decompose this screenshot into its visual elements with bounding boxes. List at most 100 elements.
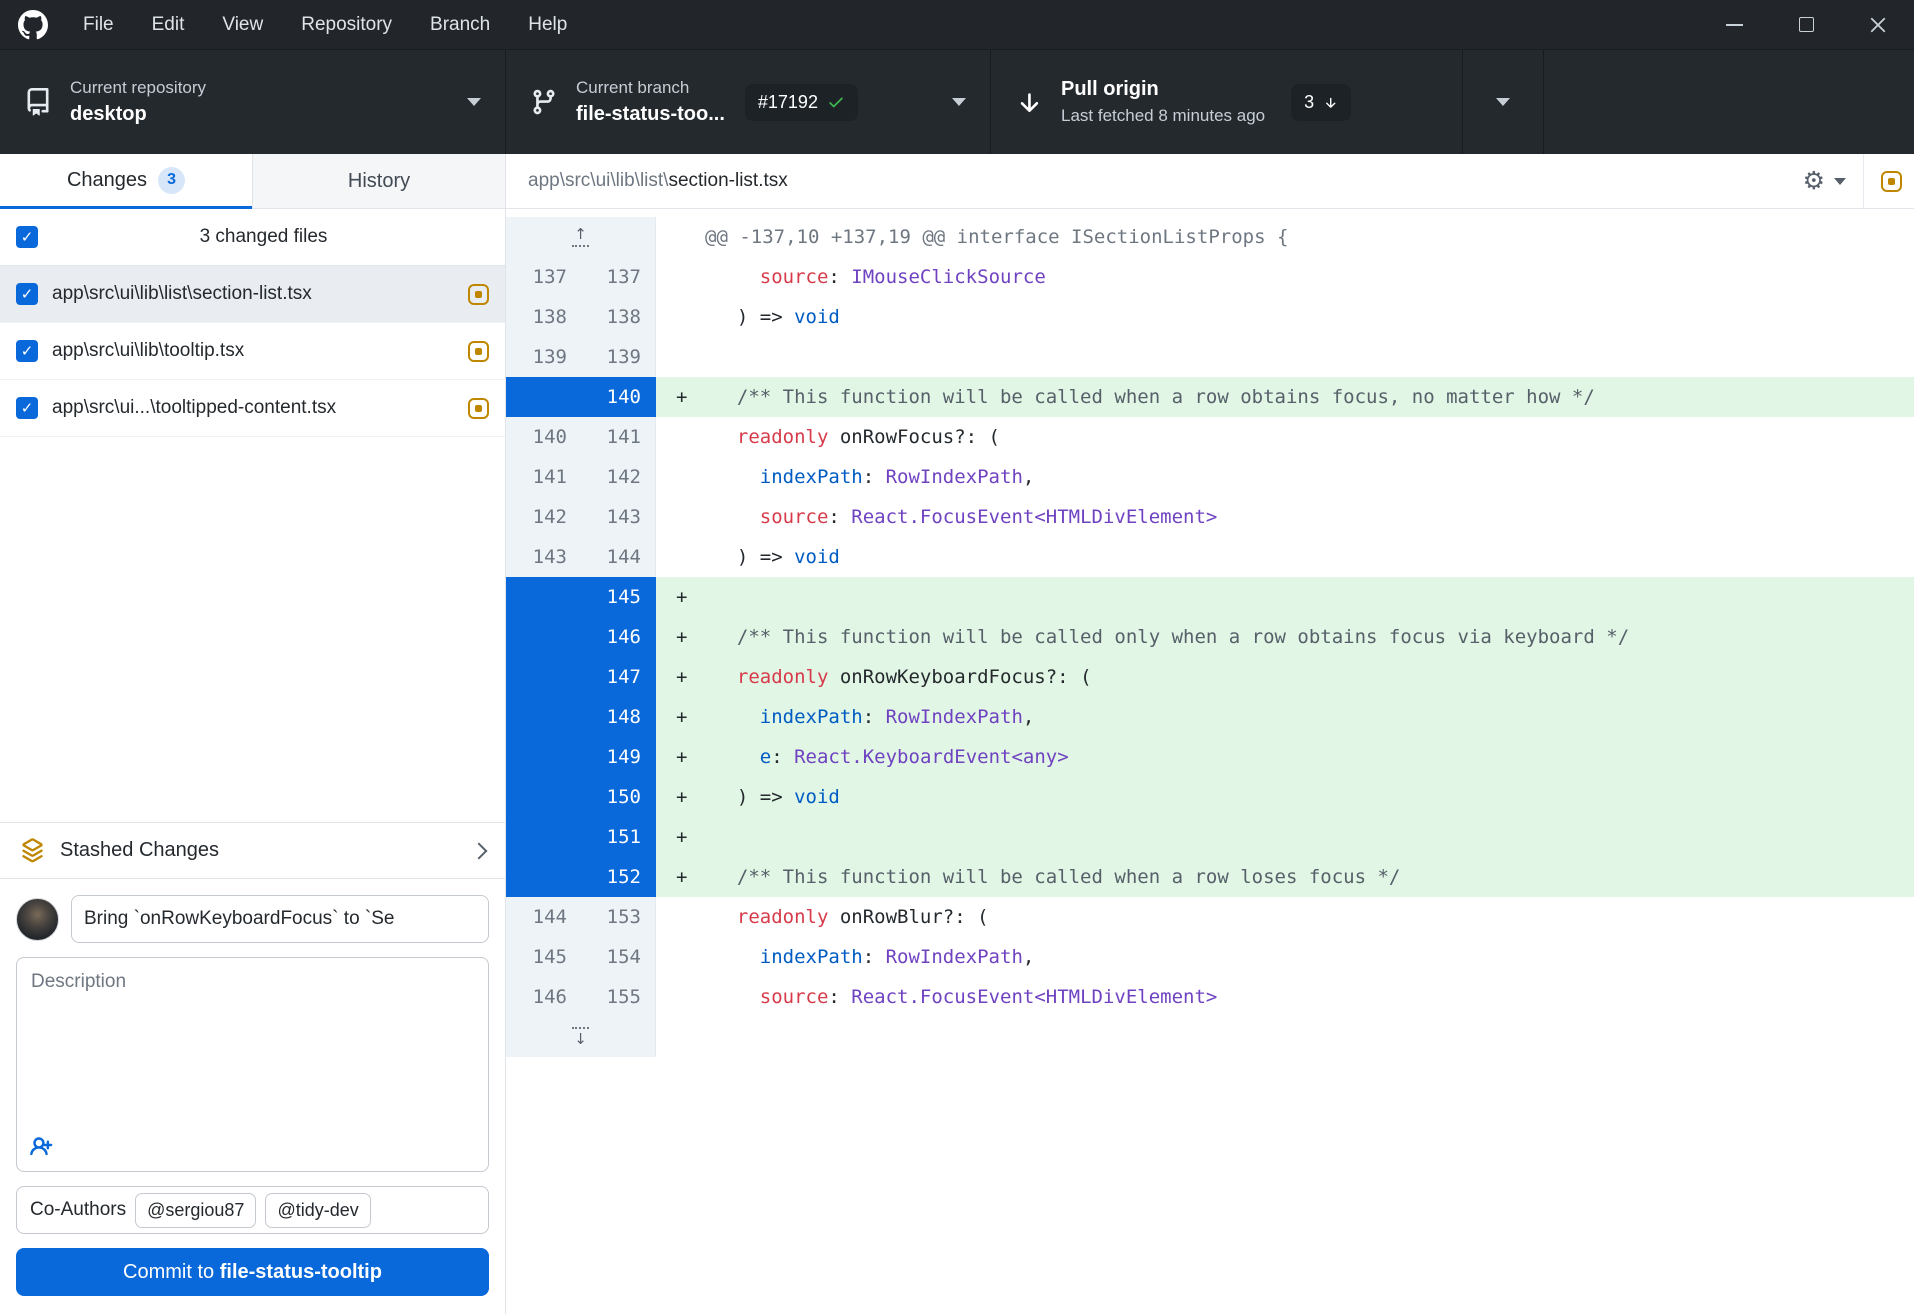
menu-item-branch[interactable]: Branch — [411, 0, 509, 49]
file-checkbox[interactable]: ✓ — [16, 340, 38, 362]
new-line-number[interactable]: 155 — [581, 977, 656, 1017]
expand-down-button[interactable]: ↓ — [506, 1017, 656, 1057]
commit-summary-input[interactable] — [71, 895, 489, 943]
old-line-number[interactable] — [506, 817, 581, 857]
diff-line-row[interactable]: 144 153 readonly onRowBlur?: ( — [506, 897, 1914, 937]
diff-line-row[interactable]: 151 + — [506, 817, 1914, 857]
old-line-number[interactable]: 145 — [506, 937, 581, 977]
file-row[interactable]: ✓ app\src\ui\lib\list\section-list.tsx — [0, 266, 505, 323]
menu-item-edit[interactable]: Edit — [133, 0, 204, 49]
old-line-number[interactable] — [506, 377, 581, 417]
diff-line-row[interactable]: 148 + indexPath: RowIndexPath, — [506, 697, 1914, 737]
coauthor-chip[interactable]: @sergiou87 — [135, 1193, 256, 1228]
tab-changes[interactable]: Changes 3 — [0, 154, 252, 209]
commit-description-input[interactable] — [17, 958, 488, 1126]
diff-line-row[interactable]: 145 + — [506, 577, 1914, 617]
file-checkbox[interactable]: ✓ — [16, 283, 38, 305]
old-line-number[interactable]: 143 — [506, 537, 581, 577]
add-coauthor-button[interactable] — [30, 1134, 56, 1160]
current-branch-button[interactable]: Current branch file-status-too... #17192 — [506, 50, 991, 154]
old-line-number[interactable]: 138 — [506, 297, 581, 337]
toolbar: Current repository desktop Current branc… — [0, 50, 1914, 154]
diff-line-row[interactable]: 152 + /** This function will be called w… — [506, 857, 1914, 897]
old-line-number[interactable]: 137 — [506, 257, 581, 297]
pr-badge[interactable]: #17192 — [745, 84, 858, 121]
new-line-number[interactable]: 153 — [581, 897, 656, 937]
new-line-number[interactable]: 137 — [581, 257, 656, 297]
current-repository-value: desktop — [70, 103, 206, 126]
file-row[interactable]: ✓ app\src\ui\lib\tooltip.tsx — [0, 323, 505, 380]
diff-line-row[interactable]: 142 143 source: React.FocusEvent<HTMLDiv… — [506, 497, 1914, 537]
diff-line-row[interactable]: 145 154 indexPath: RowIndexPath, — [506, 937, 1914, 977]
close-button[interactable] — [1842, 0, 1914, 49]
old-line-number[interactable]: 144 — [506, 897, 581, 937]
diff-file-name: section-list.tsx — [668, 170, 787, 192]
diff-line-row[interactable]: 140 141 readonly onRowFocus?: ( — [506, 417, 1914, 457]
new-line-number[interactable]: 139 — [581, 337, 656, 377]
new-line-number[interactable]: 148 — [581, 697, 656, 737]
new-line-number[interactable]: 150 — [581, 777, 656, 817]
old-line-number[interactable]: 141 — [506, 457, 581, 497]
new-line-number[interactable]: 143 — [581, 497, 656, 537]
new-line-number[interactable]: 151 — [581, 817, 656, 857]
diff-line-row[interactable]: 146 155 source: React.FocusEvent<HTMLDiv… — [506, 977, 1914, 1017]
old-line-number[interactable] — [506, 657, 581, 697]
minimize-button[interactable] — [1698, 0, 1770, 49]
new-line-number[interactable]: 147 — [581, 657, 656, 697]
old-line-number[interactable] — [506, 577, 581, 617]
expand-up-button[interactable]: ↑ — [506, 217, 656, 257]
new-line-number[interactable]: 145 — [581, 577, 656, 617]
github-logo-icon — [18, 10, 48, 40]
diff-line-row[interactable]: 141 142 indexPath: RowIndexPath, — [506, 457, 1914, 497]
old-line-number[interactable]: 146 — [506, 977, 581, 1017]
pull-dropdown-button[interactable] — [1463, 50, 1544, 154]
pull-origin-button[interactable]: Pull origin Last fetched 8 minutes ago 3 — [991, 50, 1463, 154]
new-line-number[interactable]: 149 — [581, 737, 656, 777]
diff-line-code: + /** This function will be called when … — [656, 857, 1914, 897]
diff-line-row[interactable]: 147 + readonly onRowKeyboardFocus?: ( — [506, 657, 1914, 697]
new-line-number[interactable]: 154 — [581, 937, 656, 977]
diff-line-row[interactable]: 138 138 ) => void — [506, 297, 1914, 337]
diff-line-row[interactable]: 149 + e: React.KeyboardEvent<any> — [506, 737, 1914, 777]
coauthor-chip[interactable]: @tidy-dev — [265, 1193, 370, 1228]
coauthors-row[interactable]: Co-Authors @sergiou87@tidy-dev — [16, 1186, 489, 1234]
diff-pane: app\src\ui\lib\list\section-list.tsx ⚙ ↑… — [506, 154, 1914, 1314]
new-line-number[interactable]: 146 — [581, 617, 656, 657]
maximize-button[interactable] — [1770, 0, 1842, 49]
old-line-number[interactable] — [506, 737, 581, 777]
diff-line-row[interactable]: 146 + /** This function will be called o… — [506, 617, 1914, 657]
current-repository-button[interactable]: Current repository desktop — [0, 50, 506, 154]
old-line-number[interactable] — [506, 617, 581, 657]
new-line-number[interactable]: 144 — [581, 537, 656, 577]
menu-item-file[interactable]: File — [64, 0, 133, 49]
diff-line-row[interactable]: 140 + /** This function will be called w… — [506, 377, 1914, 417]
old-line-number[interactable]: 142 — [506, 497, 581, 537]
new-line-number[interactable]: 138 — [581, 297, 656, 337]
diff-line-row[interactable]: 143 144 ) => void — [506, 537, 1914, 577]
gear-icon[interactable]: ⚙ — [1803, 169, 1825, 194]
diff-line-row[interactable]: 150 + ) => void — [506, 777, 1914, 817]
new-line-number[interactable]: 142 — [581, 457, 656, 497]
new-line-number[interactable]: 140 — [581, 377, 656, 417]
select-all-checkbox[interactable]: ✓ — [16, 226, 38, 248]
diff-options-caret-icon[interactable] — [1834, 178, 1846, 185]
diff-line-marker: + — [676, 697, 714, 737]
old-line-number[interactable]: 140 — [506, 417, 581, 457]
old-line-number[interactable] — [506, 857, 581, 897]
new-line-number[interactable]: 152 — [581, 857, 656, 897]
old-line-number[interactable]: 139 — [506, 337, 581, 377]
file-row[interactable]: ✓ app\src\ui...\tooltipped-content.tsx — [0, 380, 505, 437]
tab-history[interactable]: History — [252, 154, 505, 209]
modified-status-icon — [1881, 171, 1902, 192]
commit-button[interactable]: Commit to file-status-tooltip — [16, 1248, 489, 1296]
menu-item-help[interactable]: Help — [509, 0, 586, 49]
diff-line-row[interactable]: 139 139 — [506, 337, 1914, 377]
menu-item-view[interactable]: View — [203, 0, 282, 49]
diff-line-row[interactable]: 137 137 source: IMouseClickSource — [506, 257, 1914, 297]
old-line-number[interactable] — [506, 777, 581, 817]
file-checkbox[interactable]: ✓ — [16, 397, 38, 419]
new-line-number[interactable]: 141 — [581, 417, 656, 457]
old-line-number[interactable] — [506, 697, 581, 737]
stashed-changes-row[interactable]: Stashed Changes — [0, 822, 505, 879]
menu-item-repository[interactable]: Repository — [282, 0, 411, 49]
